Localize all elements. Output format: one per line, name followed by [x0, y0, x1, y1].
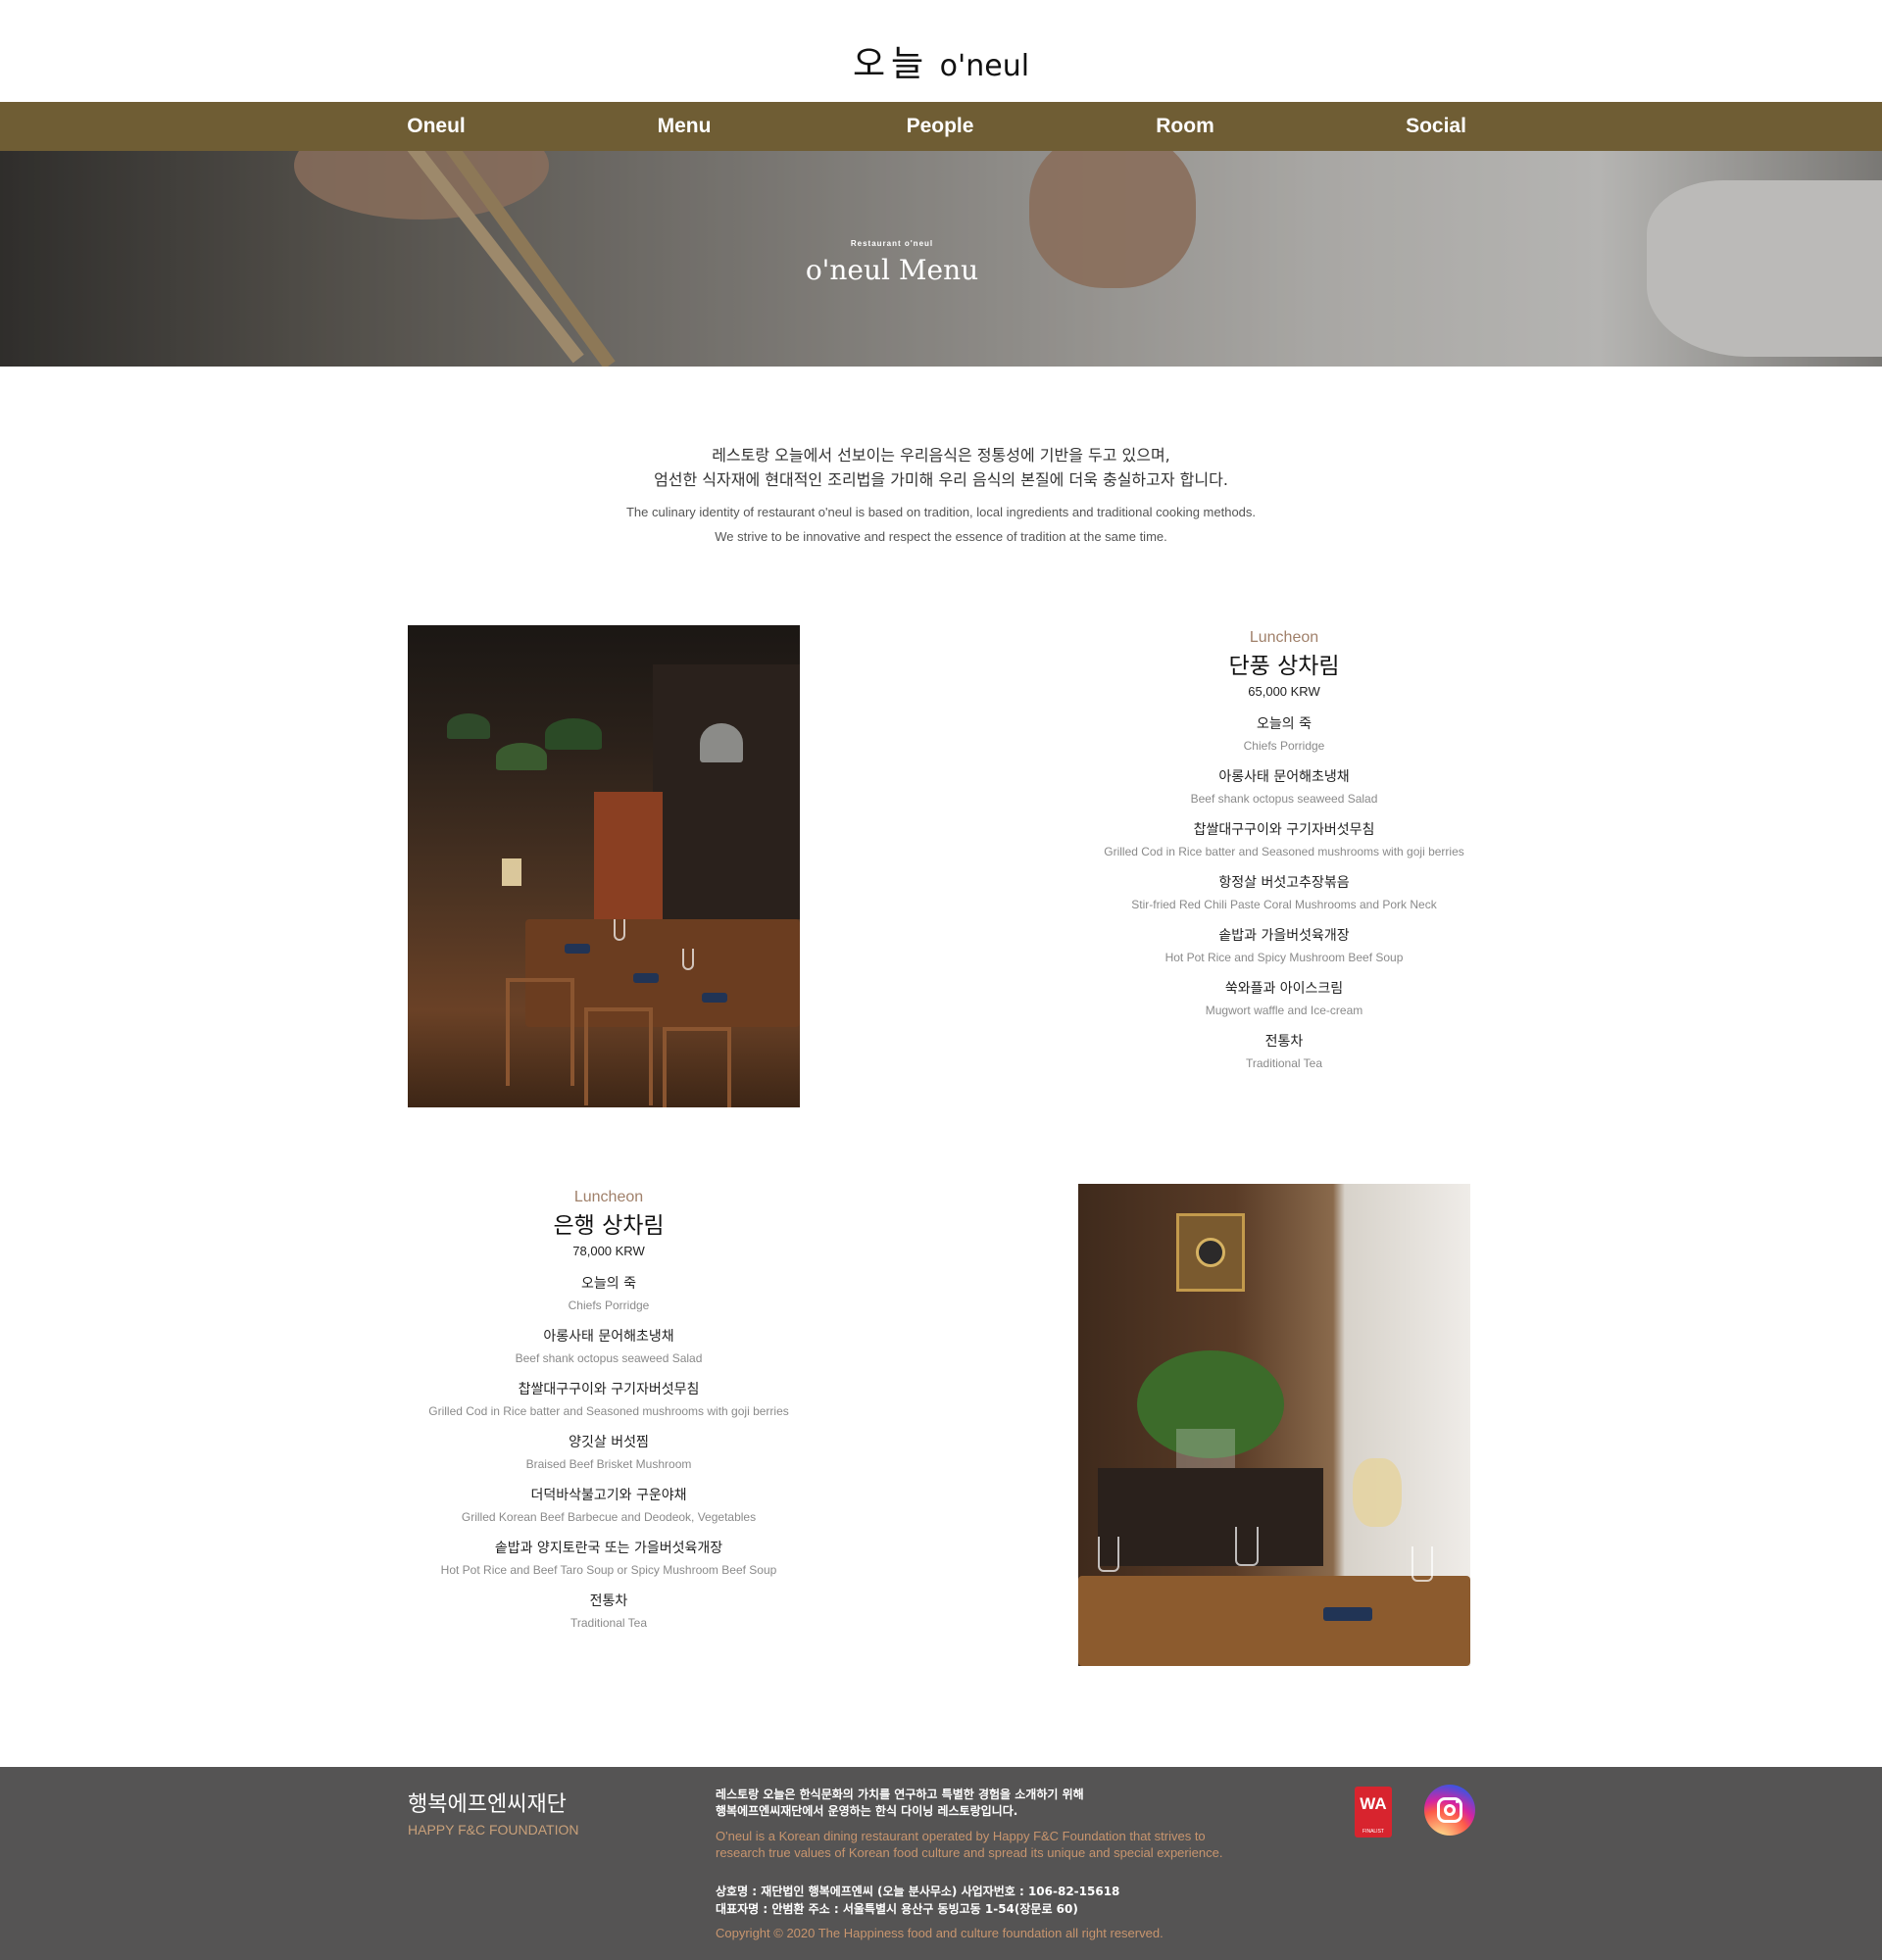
nav-item-menu[interactable]: Menu: [586, 102, 782, 151]
foundation-name: 행복에프엔씨재단 HAPPY F&C FOUNDATION: [408, 1787, 579, 1838]
menu-dish: 오늘의 죽 Chiefs Porridge: [403, 1273, 815, 1316]
menu-dish: 솥밥과 양지토란국 또는 가을버섯육개장 Hot Pot Rice and Bee…: [403, 1538, 815, 1581]
intro-section: 레스토랑 오늘에서 선보이는 우리음식은 정통성에 기반을 두고 있으며, 엄선…: [0, 443, 1882, 549]
dish-name-en: Braised Beef Brisket Mushroom: [525, 1457, 692, 1471]
footer-desc-ko: 행복에프엔씨재단에서 운영하는 한식 다이닝 레스토랑입니다.: [716, 1804, 1018, 1818]
intro-ko-line: 엄선한 식자재에 현대적인 조리법을 가미해 우리 음식의 본질에 더욱 충실하…: [654, 470, 1228, 489]
dish-name-ko: 솥밥과 양지토란국 또는 가을버섯육개장: [494, 1541, 723, 1556]
nav-item-oneul[interactable]: Oneul: [338, 102, 534, 151]
menu-dish: 전통차 Traditional Tea: [403, 1591, 815, 1634]
dish-name-ko: 오늘의 죽: [1257, 716, 1312, 732]
dish-name-ko: 쑥와플과 아이스크림: [1224, 981, 1344, 997]
menu-dish: 양깃살 버섯찜 Braised Beef Brisket Mushroom: [403, 1432, 815, 1475]
dish-name-ko: 양깃살 버섯찜: [569, 1435, 649, 1450]
dish-name-en: Chiefs Porridge: [1243, 739, 1325, 753]
main-nav: Oneul Menu People Room Social: [0, 102, 1882, 151]
dish-name-en: Traditional Tea: [1245, 1056, 1323, 1070]
menu-title: 단풍 상차림: [1228, 654, 1340, 679]
foundation-name-ko: 행복에프엔씨재단: [408, 1792, 567, 1817]
dish-name-ko: 더덕바삭불고기와 구운야채: [530, 1488, 687, 1503]
dining-corner-photo: [1078, 1184, 1470, 1666]
nav-item-room[interactable]: Room: [1087, 102, 1283, 151]
business-info: 상호명 : 재단법인 행복에프엔씨 (오늘 분사무소) 사업자번호 : 106-…: [716, 1885, 1120, 1898]
intro-en-line: We strive to be innovative and respect t…: [715, 529, 1167, 544]
dish-name-en: Traditional Tea: [570, 1616, 648, 1630]
copyright: Copyright © 2020 The Happiness food and …: [716, 1926, 1164, 1940]
dish-name-ko: 솥밥과 가을버섯육개장: [1218, 928, 1350, 944]
menu-dish: 쑥와플과 아이스크림 Mugwort waffle and Ice-cream: [1078, 978, 1490, 1021]
menu-dish: 찹쌀대구구이와 구기자버섯무침 Grilled Cod in Rice batte…: [403, 1379, 815, 1422]
menu-dish: 전통차 Traditional Tea: [1078, 1031, 1490, 1074]
hero-subtitle: Restaurant o'neul: [850, 239, 934, 248]
dish-name-en: Mugwort waffle and Ice-cream: [1205, 1004, 1363, 1017]
nav-item-people[interactable]: People: [842, 102, 1038, 151]
menu-dish: 찹쌀대구구이와 구기자버섯무침 Grilled Cod in Rice batte…: [1078, 819, 1490, 862]
business-info: 대표자명 : 안범환 주소 : 서울특별시 용산구 동빙고동 1-54(장문로 …: [716, 1902, 1078, 1916]
hero-title: o'neul Menu: [805, 254, 979, 286]
menu-category: Luncheon: [1249, 629, 1319, 646]
dish-name-ko: 아롱사태 문어해초냉채: [543, 1329, 674, 1345]
dish-name-en: Beef shank octopus seaweed Salad: [1190, 792, 1378, 806]
dish-name-en: Chiefs Porridge: [568, 1298, 650, 1312]
menu-price: 78,000 KRW: [572, 1244, 645, 1258]
dish-name-ko: 오늘의 죽: [581, 1276, 636, 1292]
dish-name-ko: 전통차: [589, 1593, 628, 1609]
menu-dish: 솥밥과 가을버섯육개장 Hot Pot Rice and Spicy Mushro…: [1078, 925, 1490, 968]
menu-price: 65,000 KRW: [1248, 684, 1320, 699]
menu-dish: 오늘의 죽 Chiefs Porridge: [1078, 713, 1490, 757]
dish-name-ko: 찹쌀대구구이와 구기자버섯무침: [518, 1382, 700, 1397]
dish-name-en: Grilled Cod in Rice batter and Seasoned …: [1104, 845, 1464, 858]
site-footer: 행복에프엔씨재단 HAPPY F&C FOUNDATION 레스토랑 오늘은 한…: [0, 1767, 1882, 1960]
foundation-name-en: HAPPY F&C FOUNDATION: [408, 1822, 579, 1838]
menu-title: 은행 상차림: [553, 1213, 665, 1239]
dish-name-en: Hot Pot Rice and Beef Taro Soup or Spicy…: [440, 1563, 777, 1577]
logo-english: o'neul: [939, 49, 1030, 83]
restaurant-interior-photo: [408, 625, 800, 1107]
menu-dish: 항정살 버섯고추장볶음 Stir-fried Red Chili Paste Co…: [1078, 872, 1490, 915]
logo-korean: 오늘: [852, 44, 930, 84]
menu-dish: 아롱사태 문어해초냉채 Beef shank octopus seaweed Sa…: [403, 1326, 815, 1369]
dish-name-ko: 아롱사태 문어해초냉채: [1218, 769, 1350, 785]
menu-block: Luncheon 은행 상차림 78,000 KRW 오늘의 죽 Chiefs P…: [403, 1187, 815, 1634]
dish-name-en: Hot Pot Rice and Spicy Mushroom Beef Sou…: [1164, 951, 1404, 964]
instagram-icon[interactable]: [1424, 1785, 1475, 1836]
intro-ko-line: 레스토랑 오늘에서 선보이는 우리음식은 정통성에 기반을 두고 있으며,: [712, 446, 1170, 465]
dish-name-en: Grilled Cod in Rice batter and Seasoned …: [428, 1404, 789, 1418]
menu-category: Luncheon: [573, 1189, 644, 1205]
footer-desc-ko: 레스토랑 오늘은 한식문화의 가치를 연구하고 특별한 경험을 소개하기 위해: [716, 1788, 1084, 1801]
menu-dish: 더덕바삭불고기와 구운야채 Grilled Korean Beef Barbecu…: [403, 1485, 815, 1528]
nav-item-social[interactable]: Social: [1338, 102, 1534, 151]
footer-desc-en: research true values of Korean food cult…: [716, 1845, 1223, 1860]
dish-name-ko: 항정살 버섯고추장볶음: [1218, 875, 1350, 891]
menu-block: Luncheon 단풍 상차림 65,000 KRW 오늘의 죽 Chiefs P…: [1078, 627, 1490, 1074]
dish-name-ko: 찹쌀대구구이와 구기자버섯무침: [1193, 822, 1375, 838]
footer-info: 레스토랑 오늘은 한식문화의 가치를 연구하고 특별한 경험을 소개하기 위해 …: [716, 1787, 1343, 1940]
wa-award-icon[interactable]: WA FINALIST: [1355, 1787, 1392, 1838]
dish-name-en: Grilled Korean Beef Barbecue and Deodeok…: [461, 1510, 757, 1524]
dish-name-en: Beef shank octopus seaweed Salad: [515, 1351, 703, 1365]
footer-desc-en: O'neul is a Korean dining restaurant ope…: [716, 1829, 1206, 1843]
hero-banner: Restaurant o'neul o'neul Menu: [0, 151, 1882, 367]
dish-name-en: Stir-fried Red Chili Paste Coral Mushroo…: [1131, 898, 1437, 911]
menu-dish: 아롱사태 문어해초냉채 Beef shank octopus seaweed Sa…: [1078, 766, 1490, 809]
site-logo[interactable]: 오늘 o'neul: [0, 35, 1882, 86]
dish-name-ko: 전통차: [1264, 1034, 1304, 1050]
intro-en-line: The culinary identity of restaurant o'ne…: [625, 505, 1257, 519]
